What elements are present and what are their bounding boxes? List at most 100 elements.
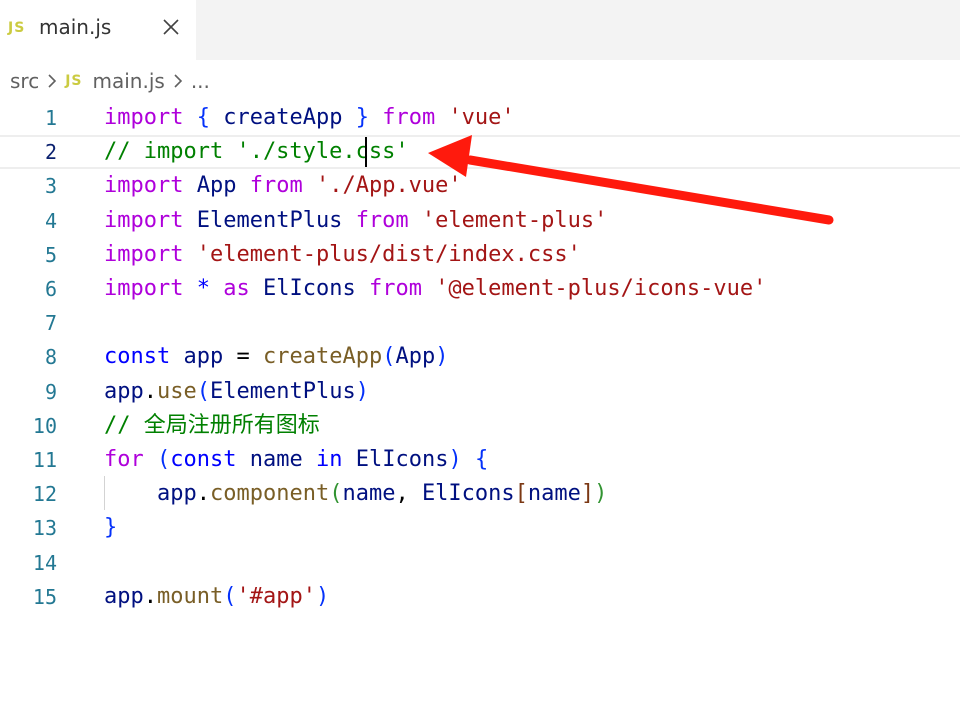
code-token: '@element-plus/icons-vue'	[435, 276, 767, 301]
code-line[interactable]: 11 for (const name in ElIcons) {	[0, 443, 960, 477]
code-line[interactable]: 8 const app = createApp(App)	[0, 340, 960, 374]
code-line[interactable]: 12 app.component(name, ElIcons[name])	[0, 477, 960, 511]
line-number: 2	[44, 140, 57, 165]
code-token: ElIcons	[262, 276, 356, 301]
code-token: (	[157, 447, 171, 472]
code-line[interactable]: 10 // 全局注册所有图标	[0, 409, 960, 443]
code-token: const	[104, 344, 171, 370]
code-text: app.use(ElementPlus)	[104, 375, 369, 409]
line-number: 13	[32, 516, 57, 541]
code-token: App	[196, 173, 237, 199]
code-token: {	[474, 447, 489, 472]
code-token: mount	[157, 583, 224, 609]
code-line[interactable]: 15 app.mount('#app')	[0, 580, 960, 614]
code-line[interactable]: 2 // import './style.css'	[0, 135, 960, 170]
code-token: app	[104, 583, 144, 609]
tab-main-js[interactable]: JS main.js	[0, 0, 196, 60]
code-text: const app = createApp(App)	[104, 340, 448, 374]
code-token: from	[382, 105, 436, 130]
code-text: }	[104, 511, 117, 545]
code-line[interactable]: 3 import App from './App.vue'	[0, 169, 960, 203]
code-token: )	[355, 378, 369, 404]
code-token: app	[156, 481, 197, 507]
code-token: app	[183, 344, 224, 370]
code-text: app.mount('#app')	[104, 580, 329, 614]
code-token: import	[104, 105, 184, 130]
code-token: )	[594, 481, 608, 507]
code-line[interactable]: 13}	[0, 511, 960, 545]
code-token: .	[143, 378, 157, 404]
line-number: 15	[32, 584, 57, 609]
code-token: createApp	[223, 105, 343, 130]
code-line[interactable]: 4 import ElementPlus from 'element-plus'	[0, 204, 960, 238]
code-line[interactable]: 5 import 'element-plus/dist/index.css'	[0, 238, 960, 272]
code-token: *	[196, 276, 210, 301]
line-number: 6	[44, 277, 57, 301]
code-token: //	[104, 412, 144, 438]
code-token: component	[209, 481, 330, 507]
code-text: // import './style.css'	[104, 137, 409, 167]
code-token: [	[514, 481, 528, 507]
code-token: import	[104, 207, 184, 233]
code-text: // 全局注册所有图标	[104, 409, 320, 443]
code-text: import 'element-plus/dist/index.css'	[104, 238, 581, 272]
code-token: in	[315, 447, 343, 472]
code-line[interactable]: 7	[0, 306, 960, 340]
line-number: 9	[44, 379, 57, 404]
code-token: }	[355, 105, 369, 130]
code-line[interactable]: 9 app.use(ElementPlus)	[0, 375, 960, 409]
code-token: as	[223, 276, 250, 301]
code-token: // import './style.css'	[104, 139, 409, 165]
code-line[interactable]: 6 import * as ElIcons from '@element-plus…	[0, 272, 960, 306]
code-text: app.component(name, ElIcons[name])	[104, 477, 607, 511]
code-text: import { createApp } from 'vue'	[104, 101, 515, 135]
line-number: 12	[32, 482, 57, 507]
line-number: 5	[44, 242, 57, 267]
code-token: createApp	[262, 344, 383, 370]
code-token: (	[196, 378, 210, 404]
code-text: import App from './App.vue'	[104, 169, 462, 203]
code-token: from	[355, 207, 409, 233]
breadcrumb-file-main-js[interactable]: main.js	[93, 69, 165, 93]
line-number: 14	[32, 550, 57, 575]
code-token: app	[104, 378, 144, 404]
code-token: name	[249, 447, 303, 472]
breadcrumb-symbols-more[interactable]: ...	[191, 69, 210, 93]
breadcrumb-folder-src[interactable]: src	[10, 69, 39, 93]
code-token: ,	[395, 481, 422, 507]
code-token: import	[104, 241, 184, 267]
code-token: ElementPlus	[210, 378, 356, 404]
code-line[interactable]: 1 import { createApp } from 'vue'	[0, 101, 960, 135]
code-line[interactable]: 14	[0, 546, 960, 580]
line-number: 4	[44, 208, 57, 233]
chevron-right-icon	[174, 74, 182, 88]
code-token: for	[104, 447, 144, 472]
code-token: .	[196, 481, 210, 507]
close-icon[interactable]	[158, 14, 184, 40]
code-token: App	[395, 344, 436, 370]
chevron-right-icon	[48, 74, 57, 88]
code-text: import ElementPlus from 'element-plus'	[104, 204, 607, 238]
code-token: import	[104, 173, 184, 199]
code-editor[interactable]: 1 import { createApp } from 'vue' 2 // impo…	[0, 100, 960, 709]
code-token: const	[170, 447, 237, 472]
javascript-file-icon: JS	[65, 73, 83, 89]
